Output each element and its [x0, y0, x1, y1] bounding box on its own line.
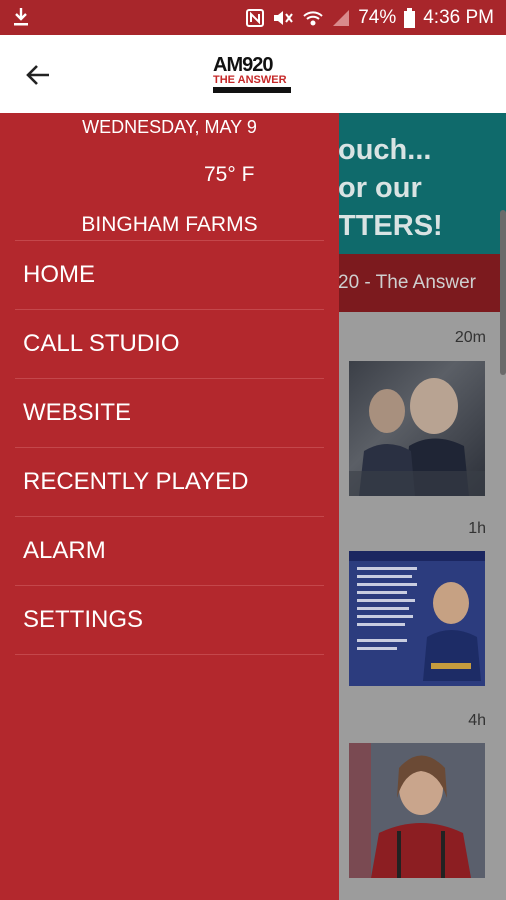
weather-city: BINGHAM FARMS	[81, 213, 258, 236]
post-time: 4h	[468, 712, 486, 729]
scrollbar[interactable]	[500, 210, 506, 375]
battery-percent: 74%	[358, 6, 397, 28]
menu-item-home[interactable]: HOME	[15, 240, 324, 309]
signal-icon	[332, 9, 350, 27]
menu-item-settings[interactable]: SETTINGS	[15, 585, 324, 654]
post-thumbnail[interactable]	[349, 361, 485, 496]
navigation-drawer: WEDNESDAY, MAY 9 75° F BINGHAM FARMS HOM…	[0, 113, 339, 900]
menu-item-call-studio[interactable]: CALL STUDIO	[15, 309, 324, 378]
promo-banner[interactable]: ouch... or our TTERS!	[338, 113, 506, 254]
arrow-back-icon[interactable]	[18, 55, 58, 95]
station-bar: 20 - The Answer	[338, 254, 506, 312]
menu-divider	[15, 654, 324, 655]
weather-temperature: 75° F	[204, 163, 255, 186]
app-header: AM920 THE ANSWER	[0, 35, 506, 113]
menu-item-recently-played[interactable]: RECENTLY PLAYED	[15, 447, 324, 516]
battery-icon	[404, 7, 416, 28]
mute-icon	[272, 8, 294, 28]
station-logo: AM920 THE ANSWER	[213, 55, 295, 93]
menu-item-website[interactable]: WEBSITE	[15, 378, 324, 447]
menu-item-alarm[interactable]: ALARM	[15, 516, 324, 585]
post-thumbnail[interactable]	[349, 551, 485, 686]
post-thumbnail[interactable]	[349, 743, 485, 878]
clock: 4:36 PM	[423, 6, 494, 28]
nfc-icon	[246, 8, 265, 27]
status-bar: 74% 4:36 PM	[0, 0, 506, 35]
weather-date: WEDNESDAY, MAY 9	[82, 117, 257, 137]
download-icon	[12, 7, 30, 32]
post-time: 20m	[454, 329, 486, 346]
drawer-menu: HOME CALL STUDIO WEBSITE RECENTLY PLAYED…	[15, 240, 324, 655]
wifi-icon	[302, 8, 324, 28]
post-time: 1h	[468, 520, 486, 537]
